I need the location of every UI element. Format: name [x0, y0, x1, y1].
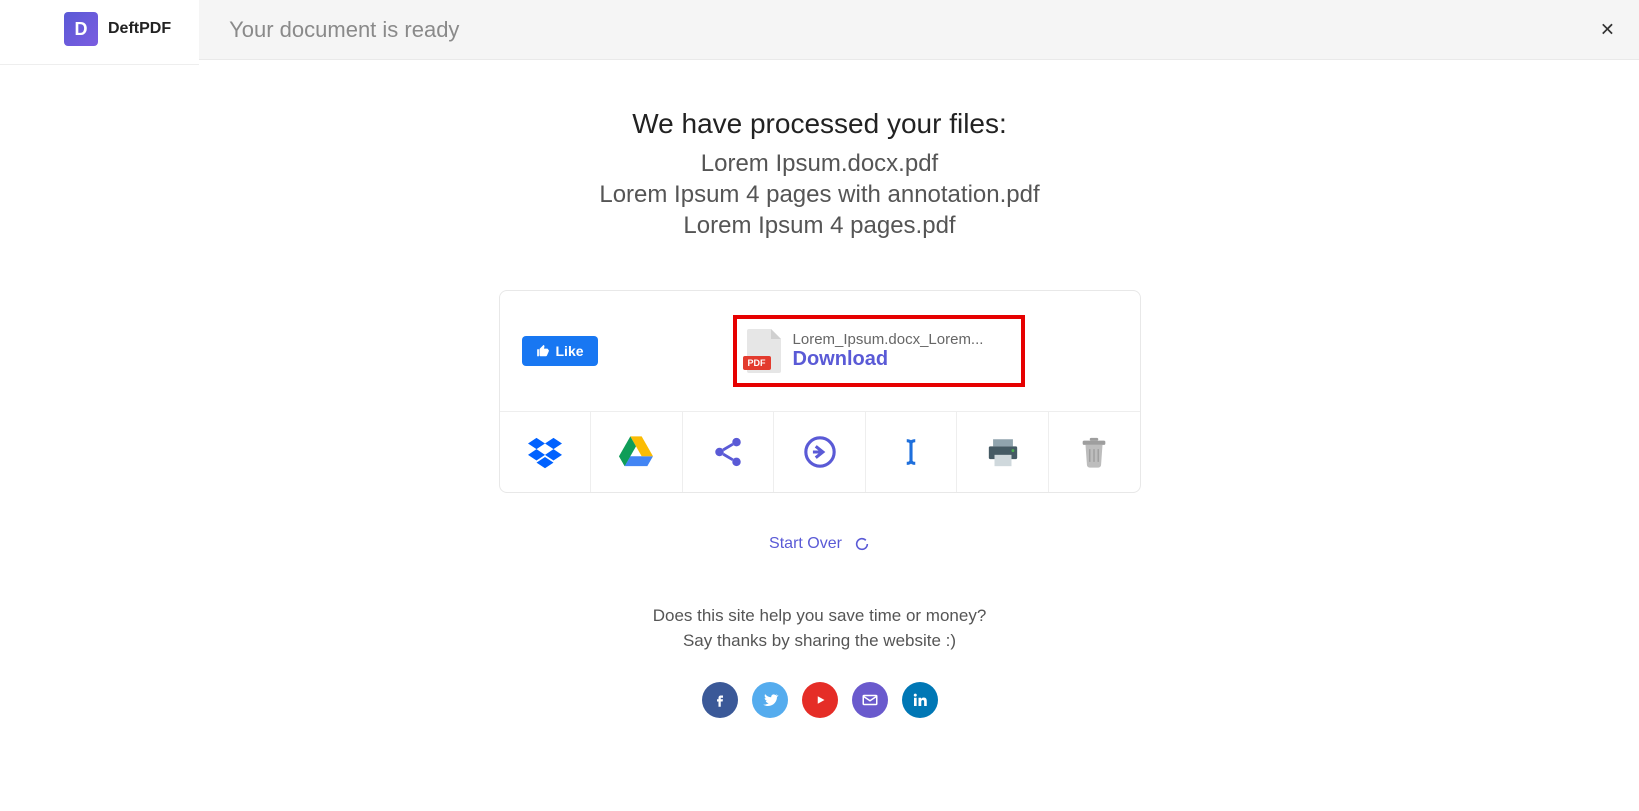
thanks-line-2: Say thanks by sharing the website :)	[0, 628, 1639, 654]
start-over-link[interactable]: Start Over	[769, 535, 870, 553]
rename-button[interactable]	[866, 412, 958, 492]
header-bar: D DeftPDF Your document is ready ✕	[0, 0, 1639, 60]
reload-icon	[854, 536, 870, 552]
share-email-button[interactable]	[852, 682, 888, 718]
print-button[interactable]	[957, 412, 1049, 492]
share-linkedin-button[interactable]	[902, 682, 938, 718]
linkedin-icon	[911, 691, 929, 709]
thumb-up-icon	[536, 344, 550, 358]
header-title: Your document is ready	[229, 17, 459, 43]
text-cursor-icon	[894, 435, 928, 469]
brand-name: DeftPDF	[108, 20, 171, 38]
processed-file-list: Lorem Ipsum.docx.pdf Lorem Ipsum 4 pages…	[0, 148, 1639, 242]
thanks-line-1: Does this site help you save time or mon…	[0, 603, 1639, 629]
file-pdf-icon: PDF	[747, 329, 781, 373]
file-item: Lorem Ipsum 4 pages.pdf	[0, 210, 1639, 241]
facebook-icon	[711, 691, 729, 709]
save-dropbox-button[interactable]	[500, 412, 592, 492]
share-button[interactable]	[683, 412, 775, 492]
brand[interactable]: D DeftPDF	[0, 0, 199, 65]
download-label: Download	[793, 348, 984, 371]
file-item: Lorem Ipsum 4 pages with annotation.pdf	[0, 179, 1639, 210]
thanks-block: Does this site help you save time or mon…	[0, 603, 1639, 654]
save-google-drive-button[interactable]	[591, 412, 683, 492]
dropbox-icon	[528, 435, 562, 469]
share-twitter-button[interactable]	[752, 682, 788, 718]
pdf-badge: PDF	[743, 356, 771, 370]
delete-button[interactable]	[1049, 412, 1140, 492]
trash-icon	[1077, 435, 1111, 469]
social-row	[0, 682, 1639, 718]
brand-logo-icon: D	[64, 12, 98, 46]
like-label: Like	[556, 343, 584, 359]
file-item: Lorem Ipsum.docx.pdf	[0, 148, 1639, 179]
share-youtube-button[interactable]	[802, 682, 838, 718]
download-card: Like PDF Lorem_Ipsum.docx_Lorem... Downl…	[499, 290, 1141, 493]
action-row	[500, 411, 1140, 492]
youtube-play-icon	[811, 691, 829, 709]
share-facebook-button[interactable]	[702, 682, 738, 718]
download-button[interactable]: PDF Lorem_Ipsum.docx_Lorem... Download	[733, 315, 1025, 387]
arrow-circle-right-icon	[803, 435, 837, 469]
share-icon	[711, 435, 745, 469]
export-button[interactable]	[774, 412, 866, 492]
main-content: We have processed your files: Lorem Ipsu…	[0, 60, 1639, 718]
card-top-row: Like PDF Lorem_Ipsum.docx_Lorem... Downl…	[500, 291, 1140, 411]
download-filename: Lorem_Ipsum.docx_Lorem...	[793, 331, 984, 348]
twitter-icon	[761, 691, 779, 709]
email-icon	[861, 691, 879, 709]
processed-title: We have processed your files:	[0, 108, 1639, 140]
close-icon[interactable]: ✕	[1600, 19, 1615, 40]
google-drive-icon	[619, 435, 653, 469]
facebook-like-button[interactable]: Like	[522, 336, 598, 366]
start-over-label: Start Over	[769, 535, 842, 553]
printer-icon	[986, 435, 1020, 469]
